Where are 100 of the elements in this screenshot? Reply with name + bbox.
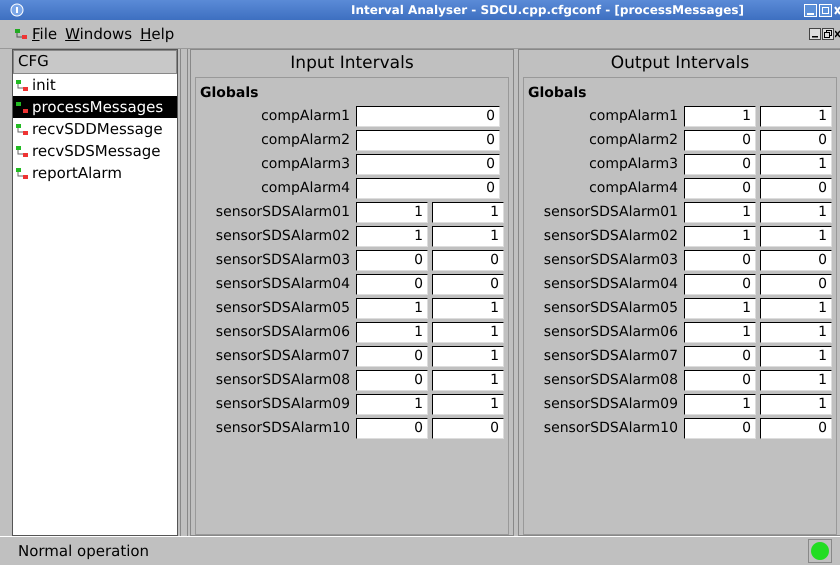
menu-item[interactable]: Help	[136, 25, 178, 43]
field-label: sensorSDSAlarm06	[214, 324, 351, 340]
menu-item[interactable]: File	[28, 25, 62, 43]
input-field[interactable]: 1	[760, 370, 832, 390]
input-field[interactable]: 1	[684, 226, 756, 246]
menu-item[interactable]: Windows	[61, 25, 136, 43]
input-field[interactable]: 1	[760, 322, 832, 342]
input-field[interactable]: 1	[356, 322, 428, 342]
minimize-icon[interactable]	[809, 28, 821, 40]
input-field[interactable]: 0	[760, 418, 832, 438]
input-field[interactable]: 1	[432, 346, 504, 366]
field-label: sensorSDSAlarm08	[214, 372, 351, 388]
field-label: sensorSDSAlarm01	[214, 204, 351, 220]
input-field[interactable]: 1	[760, 202, 832, 222]
tree-icon	[15, 166, 29, 180]
input-field[interactable]: 0	[432, 274, 504, 294]
field-label: compAlarm1	[260, 108, 351, 124]
input-field[interactable]: 0	[356, 178, 500, 198]
input-field[interactable]: 0	[684, 178, 756, 198]
field-label: compAlarm2	[260, 132, 351, 148]
field-label: sensorSDSAlarm04	[214, 276, 351, 292]
list-item[interactable]: processMessages	[13, 96, 177, 118]
panel-title: Output Intervals	[610, 52, 750, 75]
input-field[interactable]: 0	[356, 370, 428, 390]
input-field[interactable]: 1	[432, 370, 504, 390]
input-field[interactable]: 0	[760, 178, 832, 198]
input-field[interactable]: 1	[760, 106, 832, 126]
restore-icon[interactable]	[822, 28, 834, 40]
input-field[interactable]: 1	[684, 298, 756, 318]
input-field[interactable]: 1	[356, 202, 428, 222]
field-label: sensorSDSAlarm02	[542, 228, 679, 244]
app-icon	[10, 3, 24, 17]
field-label: sensorSDSAlarm05	[542, 300, 679, 316]
input-field[interactable]: 1	[356, 298, 428, 318]
list-item[interactable]: reportAlarm	[13, 162, 177, 184]
input-field[interactable]: 1	[760, 154, 832, 174]
window-title: Interval Analyser - SDCU.cpp.cfgconf - [processMessages]	[350, 3, 745, 17]
tree-icon	[15, 122, 29, 136]
section-heading: Globals	[528, 84, 588, 103]
input-field[interactable]: 0	[760, 250, 832, 270]
input-field[interactable]: 0	[684, 418, 756, 438]
list-item[interactable]: init	[13, 74, 177, 96]
input-field[interactable]: 1	[760, 346, 832, 366]
input-field[interactable]: 0	[760, 130, 832, 150]
field-label: sensorSDSAlarm06	[542, 324, 679, 340]
field-label: compAlarm2	[588, 132, 679, 148]
input-field[interactable]: 0	[684, 250, 756, 270]
maximize-icon[interactable]	[819, 4, 832, 16]
input-field[interactable]: 0	[356, 346, 428, 366]
input-field[interactable]: 0	[356, 418, 428, 438]
splitter-handle[interactable]	[180, 49, 188, 536]
input-field[interactable]: 1	[760, 226, 832, 246]
input-field[interactable]: 0	[684, 274, 756, 294]
tree-icon	[14, 27, 28, 41]
input-field[interactable]: 0	[684, 370, 756, 390]
input-field[interactable]: 0	[356, 130, 500, 150]
input-field[interactable]: 1	[684, 202, 756, 222]
field-label: sensorSDSAlarm07	[214, 348, 351, 364]
field-label: sensorSDSAlarm07	[542, 348, 679, 364]
field-label: sensorSDSAlarm10	[542, 420, 679, 436]
field-label: sensorSDSAlarm03	[542, 252, 679, 268]
field-label: compAlarm3	[260, 156, 351, 172]
list-item[interactable]: recvSDDMessage	[13, 118, 177, 140]
input-field[interactable]: 1	[760, 394, 832, 414]
input-field[interactable]: 0	[356, 250, 428, 270]
input-field[interactable]: 1	[356, 394, 428, 414]
section-heading: Globals	[200, 84, 260, 103]
input-field[interactable]: 0	[684, 154, 756, 174]
input-field[interactable]: 1	[684, 322, 756, 342]
field-label: compAlarm1	[588, 108, 679, 124]
tree-icon	[15, 144, 29, 158]
input-field[interactable]: 0	[684, 346, 756, 366]
input-field[interactable]: 0	[432, 250, 504, 270]
close-icon[interactable]	[835, 28, 840, 40]
column-header: CFG	[13, 50, 177, 74]
input-field[interactable]: 1	[684, 394, 756, 414]
input-field[interactable]: 0	[432, 418, 504, 438]
tree-icon	[15, 100, 29, 114]
field-label: sensorSDSAlarm03	[214, 252, 351, 268]
input-field[interactable]: 1	[432, 298, 504, 318]
input-field[interactable]: 1	[432, 322, 504, 342]
input-field[interactable]: 0	[760, 274, 832, 294]
status-text: Normal operation	[18, 542, 150, 560]
list-item[interactable]: recvSDSMessage	[13, 140, 177, 162]
panel-title: Input Intervals	[289, 52, 415, 75]
field-label: sensorSDSAlarm04	[542, 276, 679, 292]
input-field[interactable]: 1	[432, 394, 504, 414]
field-label: sensorSDSAlarm10	[214, 420, 351, 436]
input-field[interactable]: 0	[684, 130, 756, 150]
input-field[interactable]: 1	[684, 106, 756, 126]
input-field[interactable]: 1	[432, 202, 504, 222]
field-label: compAlarm4	[260, 180, 351, 196]
input-field[interactable]: 0	[356, 274, 428, 294]
input-field[interactable]: 0	[356, 106, 500, 126]
field-label: sensorSDSAlarm09	[542, 396, 679, 412]
input-field[interactable]: 0	[356, 154, 500, 174]
field-label: sensorSDSAlarm01	[542, 204, 679, 220]
input-field[interactable]: 1	[356, 226, 428, 246]
input-field[interactable]: 1	[432, 226, 504, 246]
input-field[interactable]: 1	[760, 298, 832, 318]
